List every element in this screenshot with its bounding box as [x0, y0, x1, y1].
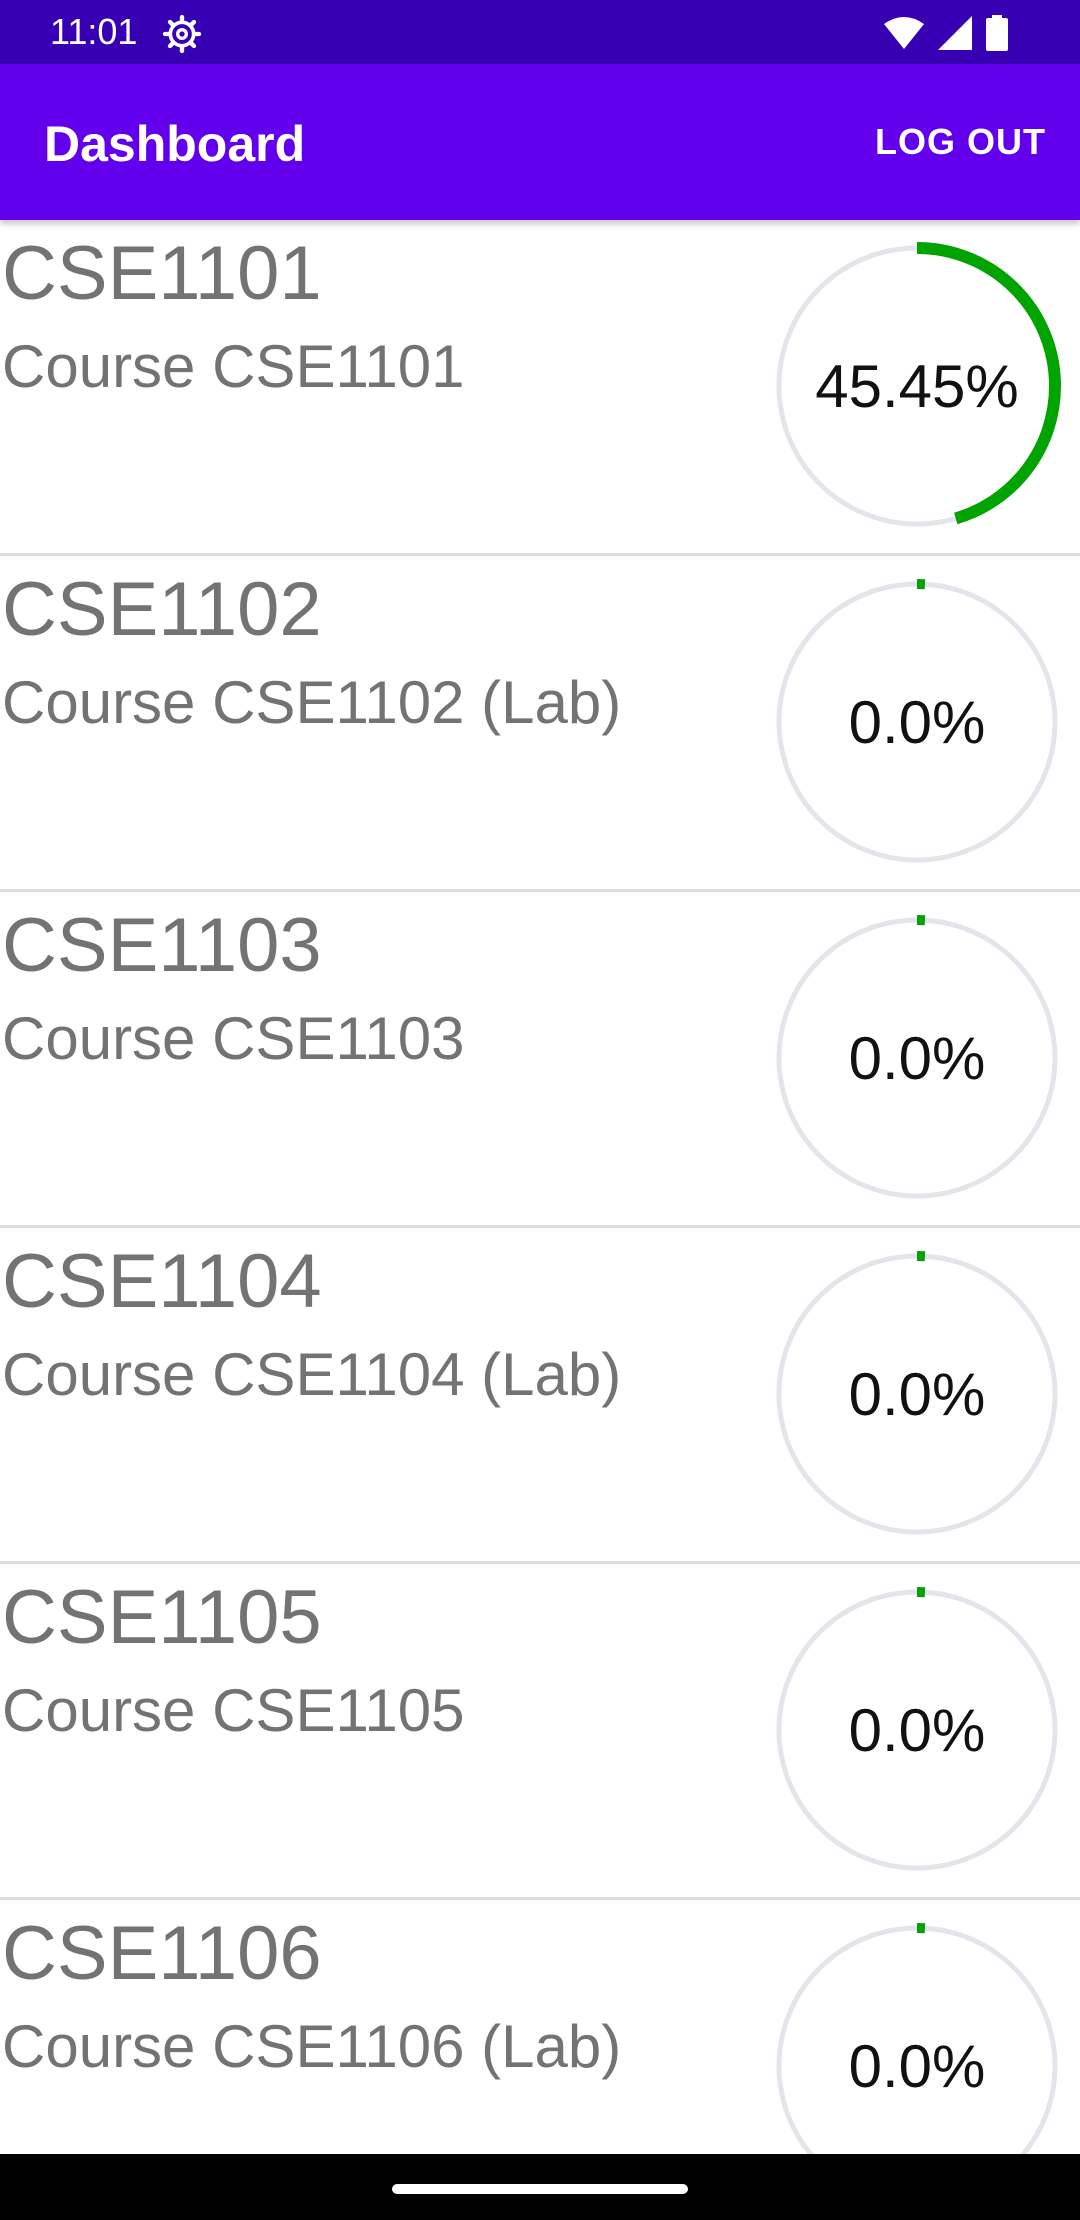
course-list-item[interactable]: CSE1106 Course CSE1106 (Lab) 0.0% [0, 1900, 1080, 2154]
course-code: CSE1106 [2, 1911, 322, 1996]
progress-percent: 0.0% [848, 1360, 986, 1428]
course-list-item[interactable]: CSE1101 Course CSE1101 45.45% [0, 220, 1080, 556]
progress-percent: 45.45% [815, 352, 1019, 420]
navigation-bar [0, 2154, 1080, 2220]
course-name: Course CSE1104 (Lab) [2, 1341, 622, 1408]
app-bar: Dashboard LOG OUT [0, 64, 1080, 220]
course-code: CSE1102 [2, 567, 322, 652]
progress-percent: 0.0% [848, 1024, 986, 1092]
course-name: Course CSE1106 (Lab) [2, 2013, 622, 2080]
course-list[interactable]: CSE1101 Course CSE1101 45.45% CSE1102 Course… [0, 220, 1080, 2154]
progress-percent: 0.0% [848, 2032, 986, 2100]
cellular-signal-icon [938, 16, 972, 50]
course-list-item[interactable]: CSE1105 Course CSE1105 0.0% [0, 1564, 1080, 1900]
course-name: Course CSE1105 [2, 1677, 465, 1744]
course-code: CSE1103 [2, 903, 322, 988]
progress-percent: 0.0% [848, 1696, 986, 1764]
status-bar: 11:01 [0, 0, 1080, 64]
course-list-item[interactable]: CSE1103 Course CSE1103 0.0% [0, 892, 1080, 1228]
battery-icon [986, 15, 1008, 51]
course-list-item[interactable]: CSE1104 Course CSE1104 (Lab) 0.0% [0, 1228, 1080, 1564]
course-code: CSE1105 [2, 1575, 322, 1660]
course-code: CSE1104 [2, 1239, 322, 1324]
course-list-item[interactable]: CSE1102 Course CSE1102 (Lab) 0.0% [0, 556, 1080, 892]
status-time: 11:01 [50, 11, 138, 52]
app-title: Dashboard [44, 116, 306, 172]
course-name: Course CSE1102 (Lab) [2, 669, 622, 736]
course-name: Course CSE1101 [2, 333, 465, 400]
course-code: CSE1101 [2, 231, 322, 316]
wifi-icon [884, 17, 924, 49]
progress-percent: 0.0% [848, 688, 986, 756]
logout-button[interactable]: LOG OUT [875, 120, 1046, 164]
home-gesture-handle[interactable] [392, 2184, 688, 2194]
settings-gear-icon [162, 14, 202, 54]
course-name: Course CSE1103 [2, 1005, 465, 1072]
